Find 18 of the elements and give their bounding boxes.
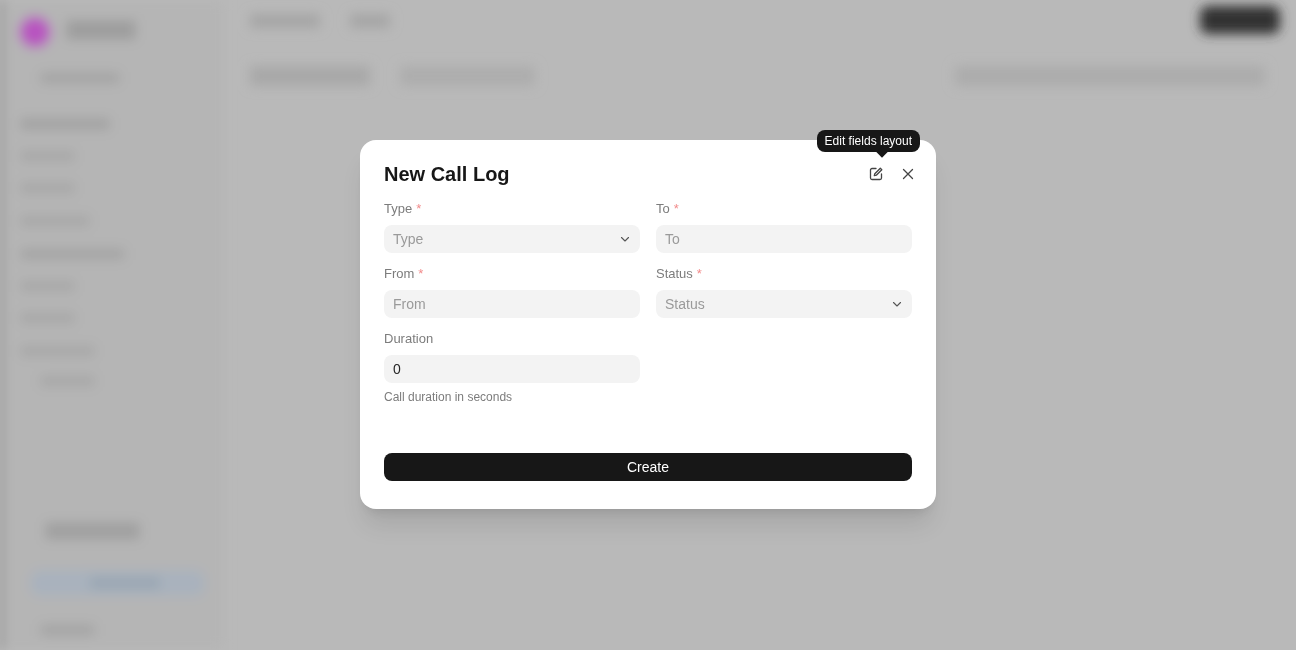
required-mark: * <box>418 265 424 284</box>
field-label: Duration <box>384 330 434 349</box>
required-mark: * <box>696 265 702 284</box>
input-field[interactable]: From <box>384 290 640 318</box>
required-mark: * <box>673 200 679 219</box>
input-field[interactable]: To <box>656 225 912 253</box>
required-mark: * <box>416 200 422 219</box>
close-icon <box>902 168 914 180</box>
edit-icon <box>868 166 884 182</box>
input-field[interactable]: 0 <box>384 355 640 383</box>
field-label: Status <box>656 265 693 284</box>
field-label: To <box>656 200 670 219</box>
create-button[interactable]: Create <box>384 453 912 481</box>
field-label: Type <box>384 200 413 219</box>
field-label: From <box>384 265 415 284</box>
help-text: Call duration in seconds <box>384 389 514 406</box>
dialog-title: New Call Log <box>384 162 510 187</box>
tooltip: Edit fields layout <box>816 130 920 152</box>
